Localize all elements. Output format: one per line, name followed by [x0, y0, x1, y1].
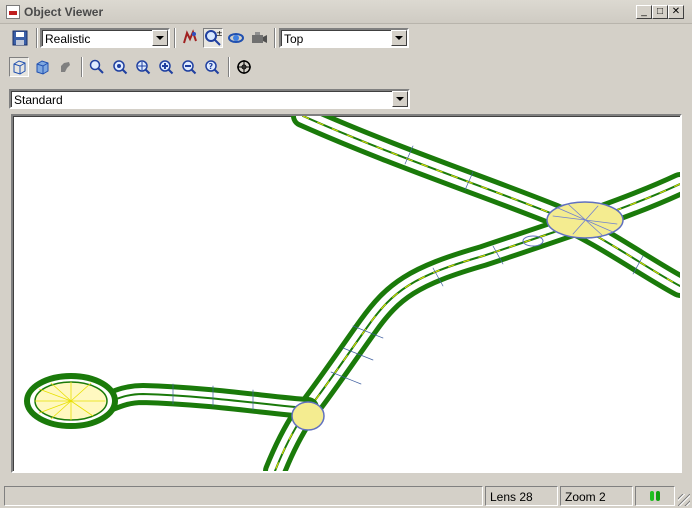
- view-direction-select[interactable]: Top: [279, 28, 409, 48]
- 3d-viewport[interactable]: [11, 114, 682, 473]
- lens-status: Lens 28: [485, 486, 558, 506]
- zoom-window-icon[interactable]: [87, 57, 107, 77]
- visual-style-select[interactable]: Realistic: [40, 28, 170, 48]
- title-bar[interactable]: Object Viewer _ □ ✕: [0, 0, 692, 24]
- zoom-out-icon[interactable]: [179, 57, 199, 77]
- chevron-down-icon[interactable]: [152, 30, 168, 46]
- view-style-select[interactable]: Standard: [9, 89, 410, 109]
- chevron-down-icon[interactable]: [391, 30, 407, 46]
- resize-grip[interactable]: [678, 494, 690, 506]
- status-bar: Lens 28 Zoom 2: [0, 484, 692, 508]
- activity-indicator: [635, 486, 675, 506]
- zoom-center-icon[interactable]: [133, 57, 153, 77]
- zoom-in-icon[interactable]: [156, 57, 176, 77]
- status-light-icon: [650, 491, 660, 501]
- save-icon[interactable]: [10, 28, 30, 48]
- toolbar-row-1: Realistic ± Top: [4, 27, 414, 53]
- pan-icon[interactable]: [180, 28, 200, 48]
- zoom-extents-icon[interactable]: [110, 57, 130, 77]
- svg-text:?: ?: [209, 62, 214, 71]
- zoom-icon[interactable]: ±: [203, 28, 223, 48]
- window-title: Object Viewer: [24, 5, 104, 19]
- camera-icon[interactable]: [249, 28, 269, 48]
- solid-cube-icon[interactable]: [32, 57, 52, 77]
- minimize-button[interactable]: _: [636, 5, 652, 19]
- hand-icon[interactable]: [55, 57, 75, 77]
- chevron-down-icon[interactable]: [392, 91, 408, 107]
- close-button[interactable]: ✕: [668, 5, 684, 19]
- app-icon: [6, 5, 20, 19]
- zoom-previous-icon[interactable]: ?: [202, 57, 222, 77]
- svg-text:±: ±: [216, 29, 222, 38]
- wireframe-cube-icon[interactable]: [9, 57, 29, 77]
- road-model-drawing: [24, 116, 680, 471]
- view-direction-value: Top: [284, 32, 304, 46]
- view-style-value: Standard: [14, 93, 63, 107]
- zoom-status: Zoom 2: [560, 486, 633, 506]
- toolbar-row-2: ?: [4, 56, 414, 82]
- target-icon[interactable]: [234, 57, 254, 77]
- visual-style-value: Realistic: [45, 32, 91, 46]
- status-message: [4, 486, 483, 506]
- orbit-icon[interactable]: [226, 28, 246, 48]
- maximize-button[interactable]: □: [652, 5, 668, 19]
